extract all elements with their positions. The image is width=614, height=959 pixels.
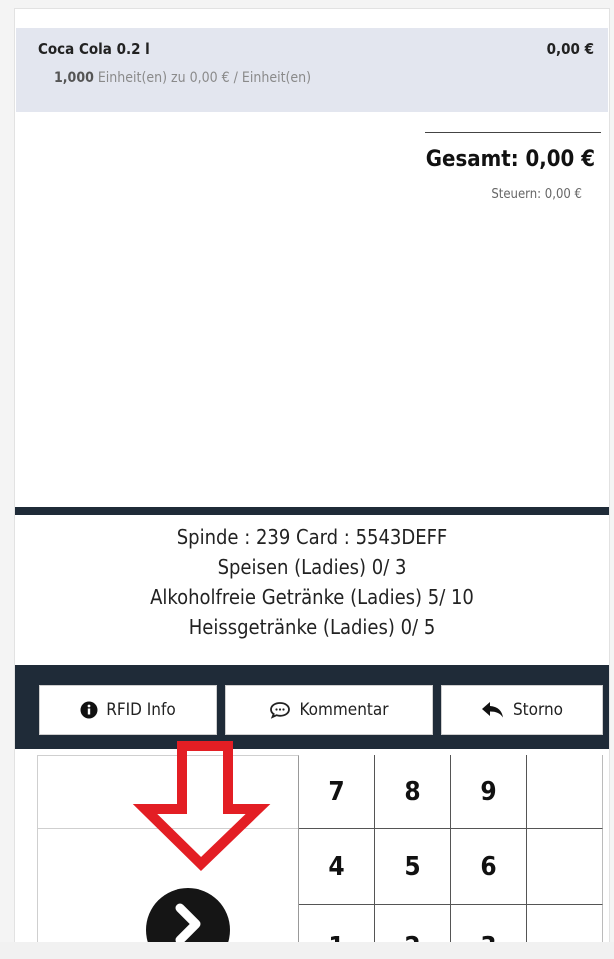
number-keypad: 7 8 9 4 5 6 1 2 3 xyxy=(299,755,603,943)
order-total: Gesamt: 0,00 € xyxy=(425,147,595,172)
product-price: 0,00 € xyxy=(546,40,594,58)
storno-label: Storno xyxy=(512,700,564,720)
product-quantity: 1,000 xyxy=(54,70,94,86)
quantity-panel xyxy=(37,755,299,943)
key-9[interactable]: 9 xyxy=(451,755,527,829)
comment-icon xyxy=(269,701,291,719)
storno-button[interactable]: Storno xyxy=(441,685,603,735)
comment-button[interactable]: Kommentar xyxy=(225,685,433,735)
key-blank-1[interactable] xyxy=(527,755,603,829)
key-2[interactable]: 2 xyxy=(375,905,451,943)
key-4[interactable]: 4 xyxy=(299,829,375,905)
key-6[interactable]: 6 xyxy=(451,829,527,905)
pos-order-panel: Coca Cola 0.2 l 0,00 € 1,000 Einheit(en)… xyxy=(14,8,610,944)
footer-strip xyxy=(0,942,614,959)
reply-arrow-icon xyxy=(481,701,505,719)
separator-bar xyxy=(15,507,609,515)
order-line[interactable]: Coca Cola 0.2 l 0,00 € 1,000 Einheit(en)… xyxy=(16,28,608,112)
order-taxes: Steuern: 0,00 € xyxy=(491,187,582,202)
key-blank-3[interactable] xyxy=(527,905,603,943)
quantity-panel-divider xyxy=(38,828,298,829)
comment-label: Kommentar xyxy=(299,700,389,720)
key-blank-2[interactable] xyxy=(527,829,603,905)
product-unit-detail: Einheit(en) zu 0,00 € / Einheit(en) xyxy=(97,70,312,86)
key-5[interactable]: 5 xyxy=(375,829,451,905)
key-3[interactable]: 3 xyxy=(451,905,527,943)
customer-info: Spinde : 239 Card : 5543DEFF Speisen (La… xyxy=(15,522,609,642)
food-quota: Speisen (Ladies) 0/ 3 xyxy=(217,555,407,579)
key-8[interactable]: 8 xyxy=(375,755,451,829)
total-divider xyxy=(425,132,601,133)
key-1[interactable]: 1 xyxy=(299,905,375,943)
locker-card-info: Spinde : 239 Card : 5543DEFF xyxy=(176,525,448,549)
action-bar: RFID Info Kommentar Storno xyxy=(15,665,609,749)
go-button[interactable] xyxy=(146,888,230,943)
info-circle-icon xyxy=(80,701,98,719)
product-quantity-detail: 1,000 Einheit(en) zu 0,00 € / Einheit(en… xyxy=(54,70,311,86)
hotdrink-quota: Heissgetränke (Ladies) 0/ 5 xyxy=(188,615,436,639)
key-7[interactable]: 7 xyxy=(299,755,375,829)
chevron-right-icon xyxy=(175,903,201,943)
rfid-info-button[interactable]: RFID Info xyxy=(39,685,217,735)
softdrink-quota: Alkoholfreie Getränke (Ladies) 5/ 10 xyxy=(150,585,474,609)
keypad-area: 7 8 9 4 5 6 1 2 3 xyxy=(15,749,609,943)
rfid-info-label: RFID Info xyxy=(106,700,176,720)
product-name: Coca Cola 0.2 l xyxy=(38,40,150,58)
